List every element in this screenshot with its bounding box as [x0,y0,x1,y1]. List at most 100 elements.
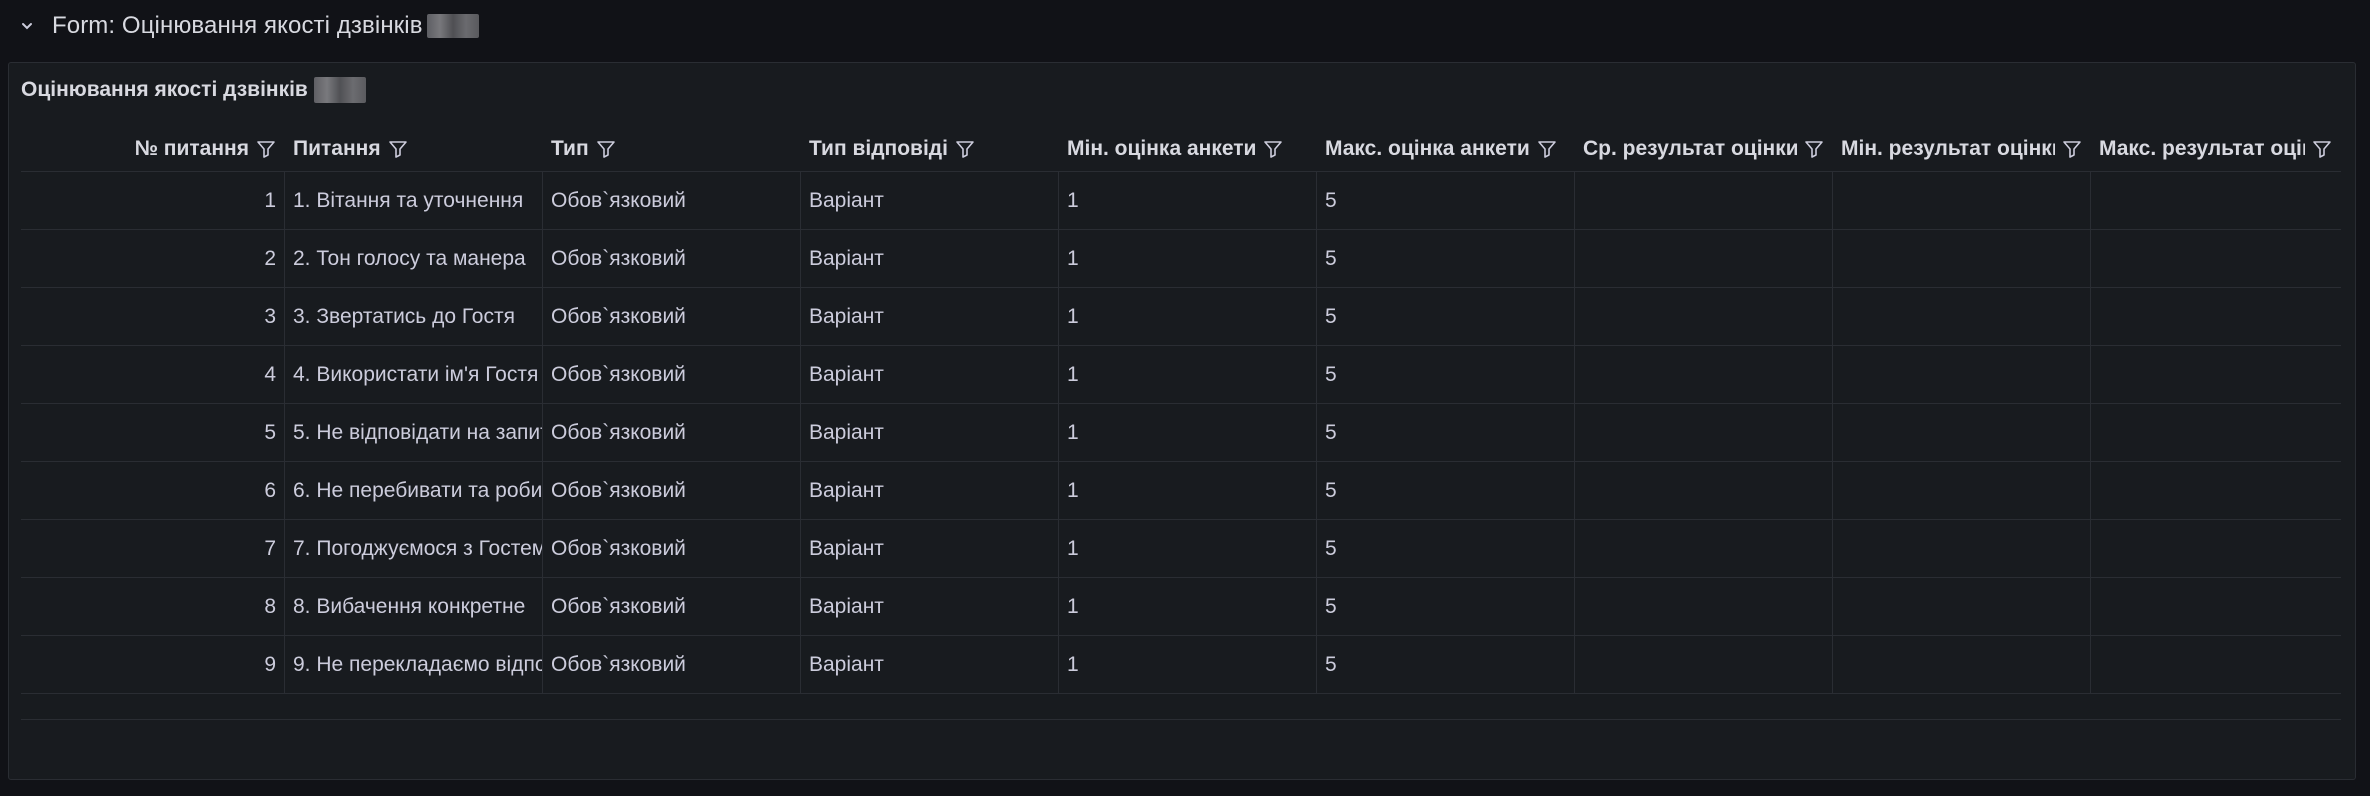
cell-max-result [2091,636,2341,693]
filter-icon[interactable] [1803,138,1825,160]
cell-question: 6. Не перебивати та робити [285,462,543,519]
cell-answer-type: Варіант [801,404,1059,461]
column-header-max-score[interactable]: Макс. оцінка анкети [1317,127,1575,171]
cell-max-score: 5 [1317,520,1575,577]
data-table: № питання Питання Тип Тип відповіді Мін. оці… [21,127,2341,694]
cell-min-result [1833,462,2091,519]
cell-question: 7. Погоджуємося з Гостем [285,520,543,577]
table-row: 2 2. Тон голосу та манера Обов`язковий Варі… [21,230,2341,288]
cell-answer-type: Варіант [801,172,1059,229]
cell-question: 4. Використати ім'я Гостя [285,346,543,403]
cell-max-result [2091,230,2341,287]
table-header-row: № питання Питання Тип Тип відповіді Мін. оці… [21,127,2341,172]
table-row: 4 4. Використати ім'я Гостя Обов`язковий Ва… [21,346,2341,404]
cell-min-result [1833,172,2091,229]
redacted-text [313,77,366,103]
cell-question-number: 9 [21,636,285,693]
cell-question-number: 7 [21,520,285,577]
cell-answer-type: Варіант [801,346,1059,403]
cell-max-result [2091,520,2341,577]
cell-answer-type: Варіант [801,462,1059,519]
panel-title: Оцінювання якості дзвінків [21,78,308,101]
table-row: 3 3. Звертатись до Гостя Обов`язковий Варіа… [21,288,2341,346]
cell-min-score: 1 [1059,288,1317,345]
column-header-min-result[interactable]: Мін. результат оцінки [1833,127,2091,171]
column-header-label: Макс. оцінка анкети [1325,137,1530,160]
cell-min-result [1833,578,2091,635]
table-body: 1 1. Вітання та уточнення Обов`язковий Варі… [21,172,2341,694]
cell-type: Обов`язковий [543,462,801,519]
cell-min-score: 1 [1059,404,1317,461]
table-row: 55. Не відповідати на запитанняОбов`язко… [21,404,2341,462]
table-panel: Оцінювання якості дзвінків № питання Пита… [8,62,2356,780]
cell-max-score: 5 [1317,404,1575,461]
filter-icon[interactable] [1262,138,1284,160]
cell-min-score: 1 [1059,230,1317,287]
redacted-text [426,14,479,38]
column-header-label: Макс. результат оцінки [2099,137,2305,160]
column-header-type[interactable]: Тип [543,127,801,171]
cell-min-score: 1 [1059,172,1317,229]
cell-avg-result [1575,346,1833,403]
chevron-down-icon[interactable] [20,19,34,33]
cell-question-number: 3 [21,288,285,345]
column-header-max-result[interactable]: Макс. результат оцінки [2091,127,2341,171]
column-header-label: № питання [134,137,249,160]
table-row: 8 8. Вибачення конкретне Обов`язковий Варіа… [21,578,2341,636]
panel-title-bar[interactable]: Оцінювання якості дзвінків [21,75,366,105]
cell-type: Обов`язковий [543,346,801,403]
cell-avg-result [1575,404,1833,461]
filter-icon[interactable] [255,138,277,160]
filter-icon[interactable] [595,138,617,160]
cell-avg-result [1575,462,1833,519]
table-row: 7 7. Погоджуємося з Гостем Обов`язковий Вар… [21,520,2341,578]
cell-type: Обов`язковий [543,172,801,229]
cell-answer-type: Варіант [801,520,1059,577]
column-header-question-number[interactable]: № питання [21,127,285,171]
column-header-min-score[interactable]: Мін. оцінка анкети [1059,127,1317,171]
table-row: 1 1. Вітання та уточнення Обов`язковий Варі… [21,172,2341,230]
cell-min-result [1833,288,2091,345]
filter-icon[interactable] [954,138,976,160]
column-header-question[interactable]: Питання [285,127,543,171]
column-header-label: Мін. оцінка анкети [1067,137,1257,160]
cell-question: 9. Не перекладаємо відповідальність [285,636,543,693]
cell-max-result [2091,462,2341,519]
filter-icon[interactable] [2061,138,2083,160]
cell-min-result [1833,230,2091,287]
column-header-label: Тип [551,137,589,160]
column-header-label: Тип відповіді [809,137,948,160]
column-header-avg-result[interactable]: Ср. результат оцінки [1575,127,1833,171]
cell-question-number: 5 [21,404,285,461]
cell-answer-type: Варіант [801,636,1059,693]
cell-max-result [2091,346,2341,403]
cell-max-score: 5 [1317,462,1575,519]
dashboard-row-header[interactable]: Form: Оцінювання якості дзвінків [0,0,2370,52]
table-row: 6 6. Не перебивати та робити Обов`язковий В… [21,462,2341,520]
cell-question: 1. Вітання та уточнення [285,172,543,229]
cell-min-result [1833,520,2091,577]
filter-icon[interactable] [1536,138,1558,160]
column-header-label: Ср. результат оцінки [1583,137,1797,160]
cell-avg-result [1575,230,1833,287]
column-header-label: Мін. результат оцінки [1841,137,2055,160]
cell-avg-result [1575,520,1833,577]
cell-type: Обов`язковий [543,636,801,693]
row-title: Form: Оцінювання якості дзвінків [52,12,423,39]
cell-question: 2. Тон голосу та манера [285,230,543,287]
cell-avg-result [1575,288,1833,345]
filter-icon[interactable] [387,138,409,160]
cell-avg-result [1575,636,1833,693]
cell-question: 5. Не відповідати на запитання [285,404,543,461]
column-header-label: Питання [293,137,381,160]
cell-max-result [2091,578,2341,635]
column-header-answer-type[interactable]: Тип відповіді [801,127,1059,171]
cell-type: Обов`язковий [543,578,801,635]
filter-icon[interactable] [2311,138,2333,160]
cell-min-result [1833,404,2091,461]
table-row: 99. Не перекладаємо відповідальністьОбов… [21,636,2341,694]
cell-max-score: 5 [1317,230,1575,287]
cell-question-number: 6 [21,462,285,519]
cell-question: 8. Вибачення конкретне [285,578,543,635]
cell-avg-result [1575,172,1833,229]
